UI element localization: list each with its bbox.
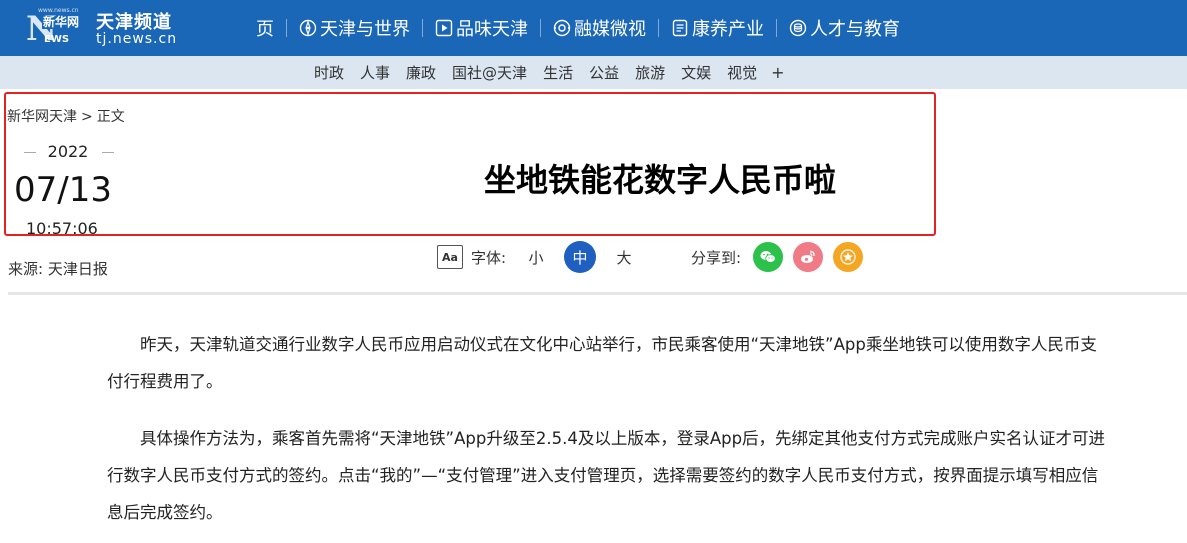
subnav-item-integrity[interactable]: 廉政 [406,62,436,83]
article-paragraph: 具体操作方法为，乘客首先需将“天津地铁”App升级至2.5.4及以上版本，登录A… [107,429,1106,522]
nav-divider [658,19,659,37]
article-title: 坐地铁能花数字人民币啦 [483,161,836,199]
publish-time: 10:57:06 [26,219,98,238]
font-size-large-button[interactable]: 大 [608,241,640,273]
article-source: 来源: 天津日报 [8,260,108,278]
font-size-small-button[interactable]: 小 [520,241,552,273]
share-bar: 分享到: [691,241,873,273]
nav-item-label: 人才与教育 [810,19,900,40]
subnav-item-visual[interactable]: 视觉 [727,62,757,83]
subnav-item-personnel[interactable]: 人事 [360,62,390,83]
nav-item-label: 品味天津 [456,19,528,40]
weibo-icon [801,250,815,263]
nav-item-tianjin-world[interactable]: 天津与世界 [289,0,420,56]
star-icon [840,249,856,265]
font-size-icon: Aa [437,245,463,269]
nav-item-media[interactable]: 融媒微视 [543,0,656,56]
subnav-item-travel[interactable]: 旅游 [635,62,665,83]
wechat-share-button[interactable] [753,242,784,272]
nav-item-label: 天津与世界 [320,19,410,40]
main-nav: 页 天津与世界 品味天津 融媒微视 康养产业 人才与教育 [246,0,910,56]
logo-letters: EWS [44,34,70,45]
publish-month-day: 07/13 [14,170,112,210]
meta-divider [8,292,1187,295]
breadcrumb-current: 正文 [96,109,125,125]
document-icon [671,19,689,37]
weibo-share-button[interactable] [793,242,824,272]
media-icon [553,19,571,37]
breadcrumb-home-link[interactable]: 新华网天津 [7,109,77,125]
coins-icon [789,19,807,37]
breadcrumb-arrow: > [81,109,93,125]
site-logo[interactable]: www.news.cn N 新华网 EWS 天津频道 tj.news.cn [22,6,192,50]
nav-divider [286,19,287,37]
article-paragraph: 昨天，天津轨道交通行业数字人民币应用启动仪式在文化中心站举行，市民乘客使用“天津… [107,335,1097,391]
sub-nav-list: 时政 人事 廉政 国社@天津 生活 公益 旅游 文娱 视觉 + [306,56,793,89]
wechat-icon [760,251,776,263]
nav-item-label: 页 [256,19,274,40]
font-size-medium-button[interactable]: 中 [564,241,597,273]
subnav-item-entertainment[interactable]: 文娱 [681,62,711,83]
sub-navigation-bar: 时政 人事 廉政 国社@天津 生活 公益 旅游 文娱 视觉 + [0,56,1187,89]
article-body: 昨天，天津轨道交通行业数字人民币应用启动仪式在文化中心站举行，市民乘客使用“天津… [107,326,1107,543]
nav-divider [776,19,777,37]
play-icon [435,19,453,37]
breadcrumb: 新华网天津 > 正文 [7,106,125,126]
subnav-item-politics[interactable]: 时政 [314,62,344,83]
subnav-item-xinhua-tianjin[interactable]: 国社@天津 [452,62,527,83]
nav-item-education[interactable]: 人才与教育 [779,0,910,56]
subnav-item-charity[interactable]: 公益 [589,62,619,83]
nav-divider [540,19,541,37]
subnav-more-button[interactable]: + [771,63,784,82]
nav-item-label: 康养产业 [692,19,764,40]
favorite-share-button[interactable] [833,242,864,272]
font-size-label: 字体: [471,248,507,267]
share-label: 分享到: [691,248,742,267]
nav-item-taste-tianjin[interactable]: 品味天津 [425,0,538,56]
subnav-item-life[interactable]: 生活 [543,62,573,83]
top-navigation-bar: www.news.cn N 新华网 EWS 天津频道 tj.news.cn 页 … [0,0,1187,56]
compass-icon [299,19,317,37]
nav-item-label: 融媒微视 [574,19,646,40]
publish-year: 2022 [22,142,114,161]
nav-divider [422,19,423,37]
nav-item-home[interactable]: 页 [246,0,284,56]
xinhua-logo-mark: www.news.cn N 新华网 EWS [26,7,82,48]
channel-url: tj.news.cn [96,31,178,47]
logo-brand-text: 新华网 [42,15,81,29]
nav-item-health[interactable]: 康养产业 [661,0,774,56]
font-size-control: Aa 字体: 小 中 大 [437,241,652,273]
